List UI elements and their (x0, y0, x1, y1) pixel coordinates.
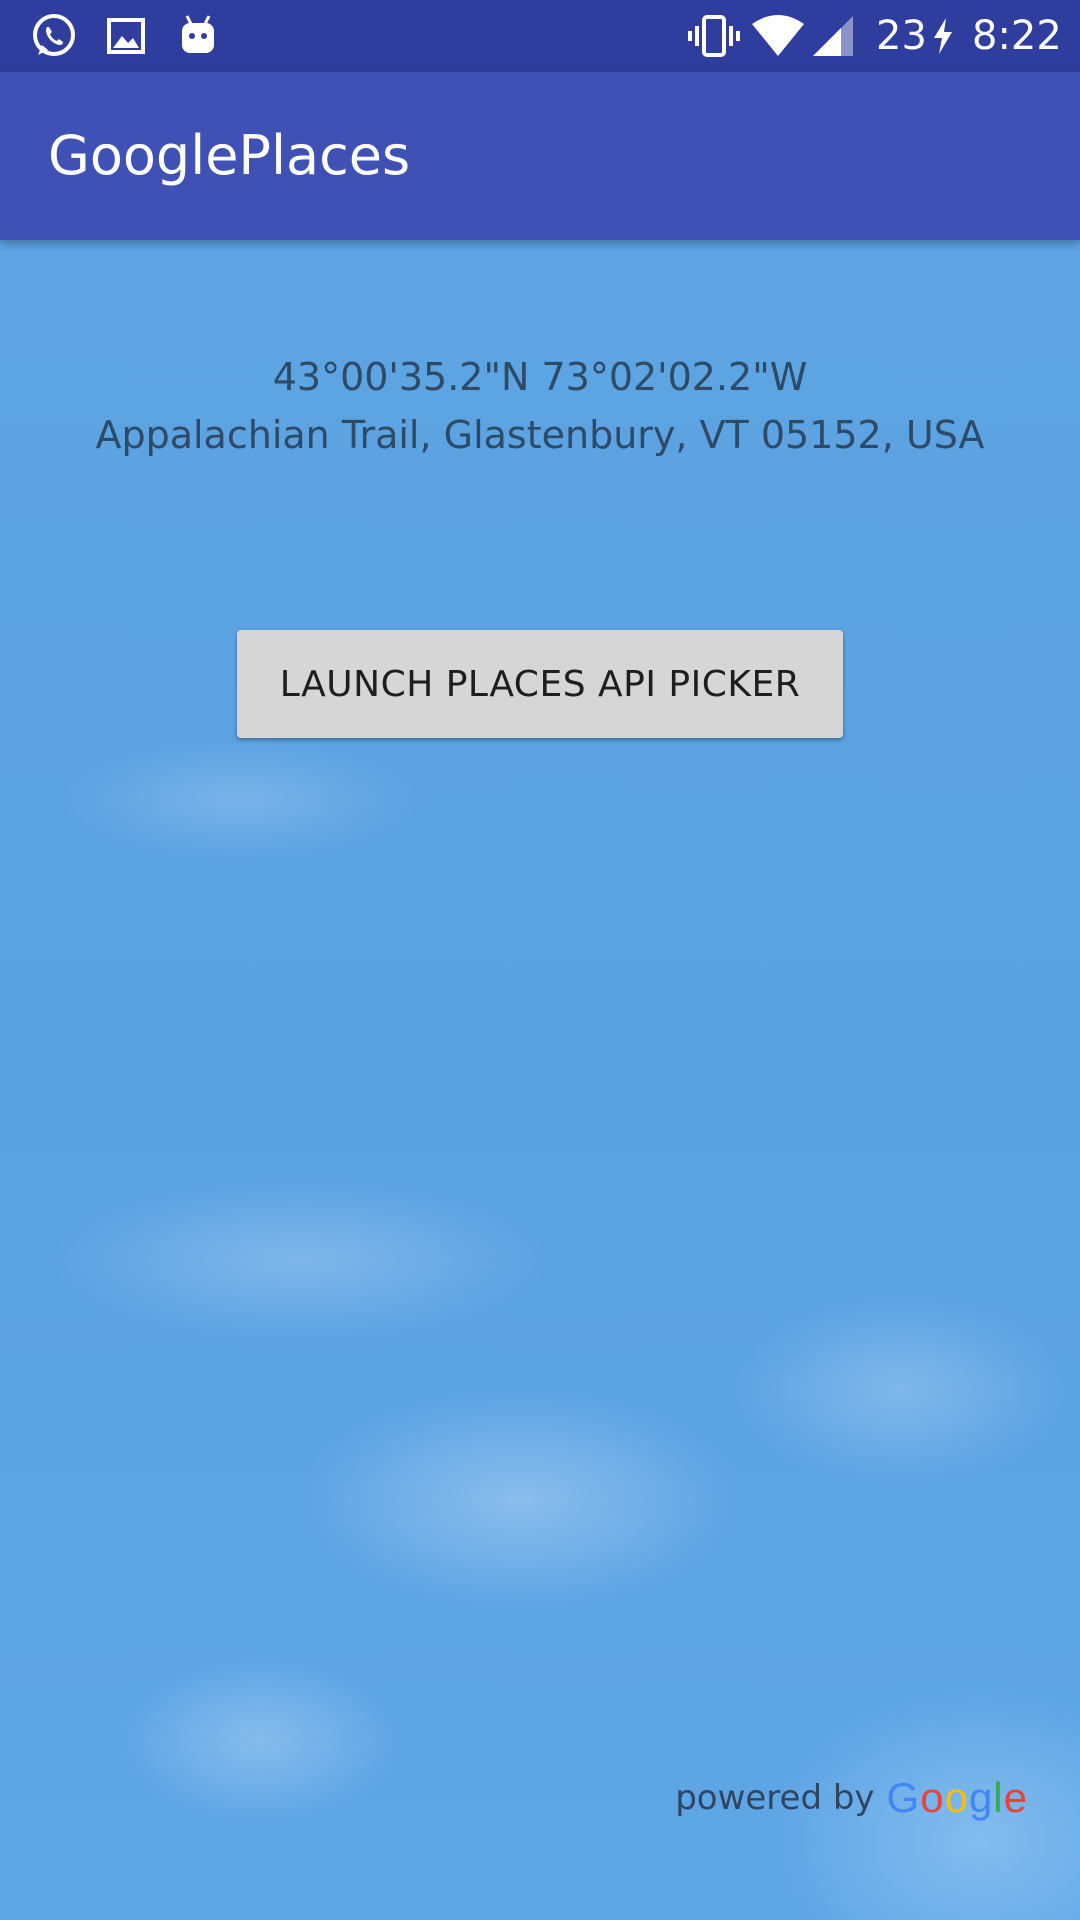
charging-bolt-icon (930, 10, 956, 62)
status-bar: 23 8:22 (0, 0, 1080, 72)
google-logo-letter: l (993, 1774, 1004, 1821)
google-logo-letter: o (920, 1774, 945, 1821)
app-title: GooglePlaces (48, 124, 411, 187)
image-icon (104, 10, 148, 62)
android-icon (176, 10, 220, 62)
clock: 8:22 (972, 13, 1062, 59)
powered-by-google-attribution: powered by Google (675, 1768, 1028, 1828)
app-bar: GooglePlaces (0, 72, 1080, 240)
screen: 23 8:22 GooglePlaces 43°00'35.2"N 73°02'… (0, 0, 1080, 1920)
battery-level: 23 (876, 13, 927, 59)
main-content: 43°00'35.2"N 73°02'02.2"W Appalachian Tr… (0, 240, 1080, 1920)
google-logo-letter: g (968, 1774, 994, 1821)
google-logo: Google (887, 1774, 1028, 1822)
address-text: Appalachian Trail, Glastenbury, VT 05152… (95, 413, 985, 457)
signal-icon (810, 10, 856, 62)
wifi-icon (750, 10, 806, 62)
google-logo-letter: G (886, 1774, 921, 1821)
whatsapp-icon (28, 10, 80, 62)
google-logo-letter: o (944, 1774, 969, 1821)
vibrate-icon (686, 10, 742, 62)
coordinates-text: 43°00'35.2"N 73°02'02.2"W (272, 355, 808, 399)
location-block: 43°00'35.2"N 73°02'02.2"W Appalachian Tr… (0, 348, 1080, 464)
launch-places-picker-button[interactable]: LAUNCH PLACES API PICKER (237, 630, 843, 738)
powered-by-text: powered by (675, 1778, 875, 1818)
google-logo-letter: e (1003, 1774, 1028, 1821)
